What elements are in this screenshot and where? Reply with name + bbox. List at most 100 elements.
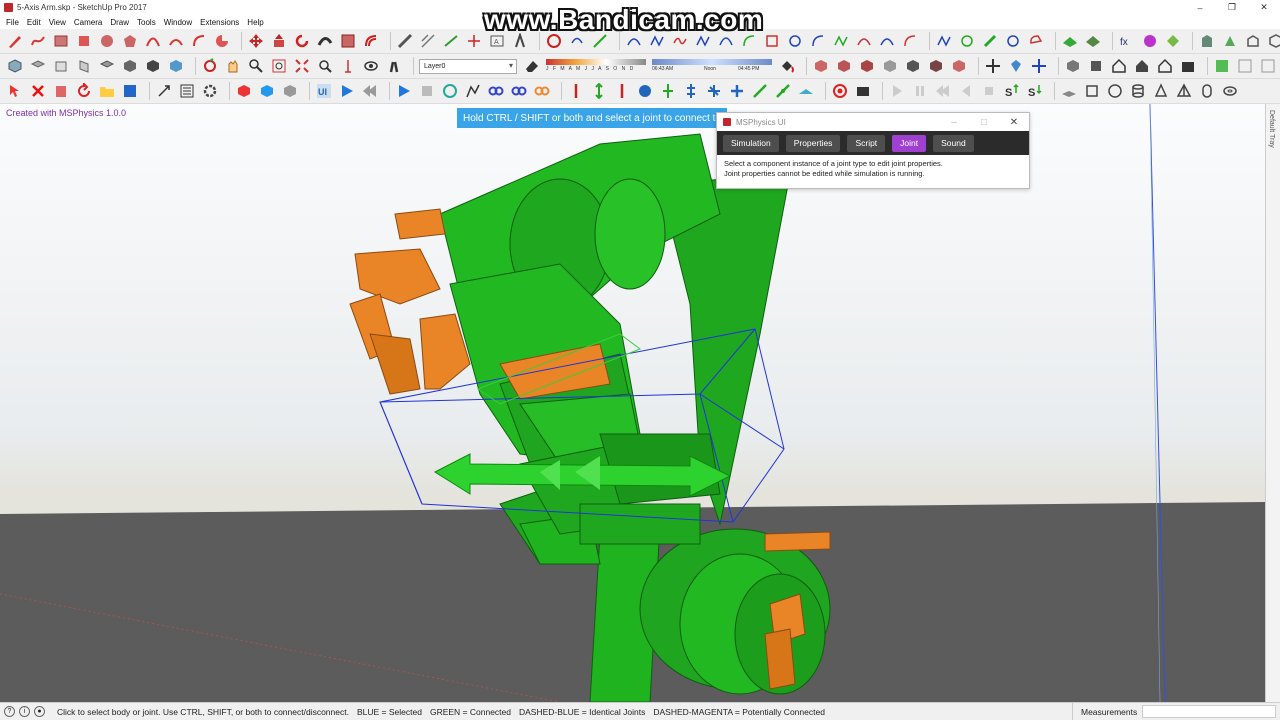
- eraser-icon[interactable]: [523, 57, 541, 75]
- gem-icon[interactable]: [1007, 57, 1025, 75]
- folder-icon[interactable]: [98, 82, 116, 100]
- menu-view[interactable]: View: [45, 18, 70, 27]
- right-view-icon[interactable]: [75, 57, 93, 75]
- restore-button[interactable]: ❐: [1216, 0, 1248, 15]
- rectangle-icon[interactable]: [52, 32, 70, 50]
- formula-icon[interactable]: fx: [1118, 32, 1136, 50]
- circle-outline-icon[interactable]: [786, 32, 804, 50]
- brush-icon[interactable]: [981, 32, 999, 50]
- menu-draw[interactable]: Draw: [106, 18, 133, 27]
- circle-blue-icon[interactable]: [1004, 32, 1022, 50]
- cone-primitive-icon[interactable]: [1152, 82, 1170, 100]
- menu-extensions[interactable]: Extensions: [196, 18, 243, 27]
- house-filled-icon[interactable]: [1133, 57, 1151, 75]
- pyramid-primitive-icon[interactable]: [1175, 82, 1193, 100]
- component-icon[interactable]: [1064, 57, 1082, 75]
- s-up-icon[interactable]: S: [1003, 82, 1021, 100]
- default-tray-label[interactable]: Default Tray: [1268, 110, 1275, 148]
- tab-script[interactable]: Script: [847, 134, 886, 152]
- properties-icon[interactable]: [178, 82, 196, 100]
- tab-sound[interactable]: Sound: [933, 134, 974, 152]
- servo-joint-icon[interactable]: [636, 82, 654, 100]
- menu-window[interactable]: Window: [160, 18, 196, 27]
- box-primitive-icon[interactable]: [1083, 82, 1101, 100]
- rewind-icon[interactable]: [361, 82, 379, 100]
- subtract-icon[interactable]: [858, 57, 876, 75]
- sandbox-icon[interactable]: [1061, 32, 1079, 50]
- layout-icon[interactable]: [1259, 57, 1277, 75]
- menu-camera[interactable]: Camera: [70, 18, 106, 27]
- ball-joint-icon[interactable]: [705, 82, 723, 100]
- pan-icon[interactable]: [224, 57, 242, 75]
- blue-cube-icon[interactable]: [258, 82, 276, 100]
- move-icon[interactable]: [247, 32, 265, 50]
- s-down-icon[interactable]: S: [1026, 82, 1044, 100]
- shadow-date-slider[interactable]: J F M A M J J A S O N D: [546, 58, 646, 74]
- axes-icon[interactable]: [465, 32, 483, 50]
- textured-icon[interactable]: [167, 57, 185, 75]
- pencil-icon[interactable]: [6, 32, 24, 50]
- tape-measure-icon[interactable]: [396, 32, 414, 50]
- split-icon[interactable]: [927, 57, 945, 75]
- menu-tools[interactable]: Tools: [133, 18, 160, 27]
- arc-blue-icon[interactable]: [809, 32, 827, 50]
- stamp-icon[interactable]: [1084, 32, 1102, 50]
- gear-icon[interactable]: [201, 82, 219, 100]
- credits-icon[interactable]: i: [19, 706, 30, 717]
- garage-icon[interactable]: [1179, 57, 1197, 75]
- refresh-icon[interactable]: [75, 82, 93, 100]
- paste-icon[interactable]: [52, 82, 70, 100]
- pin-icon[interactable]: [1030, 57, 1048, 75]
- share-model-icon[interactable]: [1244, 32, 1262, 50]
- home-icon[interactable]: [1110, 57, 1128, 75]
- pie-icon[interactable]: [213, 32, 231, 50]
- rect-outline-icon[interactable]: [763, 32, 781, 50]
- hinge-joint-icon[interactable]: [567, 82, 585, 100]
- corkscrew-joint-icon[interactable]: [682, 82, 700, 100]
- default-tray[interactable]: Default Tray: [1265, 104, 1280, 702]
- arc-red-2-icon[interactable]: [901, 32, 919, 50]
- walk-icon[interactable]: [385, 57, 403, 75]
- scale-icon[interactable]: [339, 32, 357, 50]
- circle-icon[interactable]: [98, 32, 116, 50]
- msphysics-maximize-button[interactable]: □: [969, 117, 999, 128]
- position-camera-icon[interactable]: [339, 57, 357, 75]
- house-outline-icon[interactable]: [1156, 57, 1174, 75]
- offset-icon[interactable]: [362, 32, 380, 50]
- warehouse-icon[interactable]: [1198, 32, 1216, 50]
- play-icon[interactable]: [338, 82, 356, 100]
- dynamic-components-icon[interactable]: [1141, 32, 1159, 50]
- model-viewport[interactable]: Created with MSPhysics 1.0.0: [0, 104, 1265, 702]
- top-view-icon[interactable]: [29, 57, 47, 75]
- expand-icon[interactable]: [155, 82, 173, 100]
- spring-joint-icon[interactable]: [774, 82, 792, 100]
- msphysics-ui-header[interactable]: MSPhysics UI – □ ✕: [717, 113, 1029, 131]
- unlink-icon[interactable]: [510, 82, 528, 100]
- tab-simulation[interactable]: Simulation: [723, 134, 779, 152]
- three-point-arc-icon[interactable]: [190, 32, 208, 50]
- zoom-icon[interactable]: [247, 57, 265, 75]
- slider-joint-icon[interactable]: [590, 82, 608, 100]
- msphysics-close-button[interactable]: ✕: [999, 117, 1029, 128]
- shaded-icon[interactable]: [144, 57, 162, 75]
- two-point-arc-icon[interactable]: [167, 32, 185, 50]
- close-button[interactable]: ✕: [1248, 0, 1280, 15]
- arc-blue-2-icon[interactable]: [878, 32, 896, 50]
- cube-outline-icon[interactable]: [1267, 32, 1280, 50]
- chain-icon[interactable]: [533, 82, 551, 100]
- stop-icon[interactable]: [418, 82, 436, 100]
- freehand-icon[interactable]: [29, 32, 47, 50]
- torus-primitive-icon[interactable]: [1221, 82, 1239, 100]
- msphysics-ui-icon[interactable]: UI: [315, 82, 333, 100]
- gear-outline-icon[interactable]: [958, 32, 976, 50]
- protractor-icon[interactable]: [442, 32, 460, 50]
- zoom-window-icon[interactable]: [270, 57, 288, 75]
- path-icon[interactable]: [464, 82, 482, 100]
- fixed-joint-icon[interactable]: [751, 82, 769, 100]
- intersect-icon[interactable]: [904, 57, 922, 75]
- trim-icon[interactable]: [881, 57, 899, 75]
- arc-red-icon[interactable]: [855, 32, 873, 50]
- menu-edit[interactable]: Edit: [23, 18, 45, 27]
- lasso-icon[interactable]: [1027, 32, 1045, 50]
- wireframe-icon[interactable]: [121, 57, 139, 75]
